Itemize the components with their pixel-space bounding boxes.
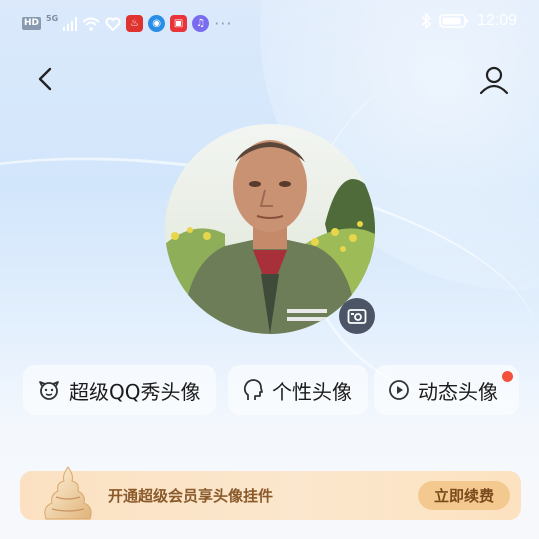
qq-show-icon [39,381,59,400]
personal-avatar-button[interactable]: 个性头像 [228,365,368,415]
browser-notification-icon: ◉ [148,15,166,32]
avatar-settings-screen: HD 5G ♨ ◉ ▣ ♫ ··· 12:09 超级QQ秀头像 个性头像 动态头… [0,0,539,539]
wifi-icon [82,17,100,31]
vip-banner-text: 开通超级会员享头像挂件 [108,487,274,505]
play-circle-icon [389,380,409,400]
super-qq-show-avatar-label: 超级QQ秀头像 [69,379,201,404]
hd-badge: HD [22,17,42,30]
chevron-left-icon [38,67,52,91]
network-type-label: 5G [46,14,59,23]
personal-avatar-icon [243,379,263,400]
personal-avatar-label: 个性头像 [272,379,352,404]
notification-dot [502,371,513,382]
message-notification-icon: ▣ [170,15,188,32]
renew-now-button[interactable]: 立即续费 [418,481,510,510]
status-bar-right: 12:09 [421,12,517,30]
bluetooth-icon [421,13,431,29]
back-button[interactable] [30,62,64,96]
status-bar: HD 5G ♨ ◉ ▣ ♫ ··· 12:09 [0,0,539,44]
signal-icon [63,16,78,31]
change-avatar-button[interactable] [339,298,375,334]
more-notifications-icon: ··· [214,14,233,33]
dynamic-avatar-button[interactable]: 动态头像 [374,365,519,415]
user-icon [479,66,509,95]
clock-time: 12:09 [476,12,517,29]
super-qq-show-avatar-button[interactable]: 超级QQ秀头像 [23,365,216,415]
vip-banner[interactable]: 开通超级会员享头像挂件 立即续费 [20,466,521,520]
dynamic-avatar-label: 动态头像 [418,379,498,404]
battery-icon [439,14,468,28]
avatar-options: 超级QQ秀头像 个性头像 动态头像 [23,365,519,415]
camera-icon [347,309,367,324]
music-notification-icon: ♫ [192,15,210,32]
pendant-decoration-icon [44,466,92,520]
app-notification-icon: ♨ [126,15,144,32]
heart-link-icon [105,16,121,31]
profile-button[interactable] [476,62,512,98]
status-bar-left: HD 5G ♨ ◉ ▣ ♫ ··· [22,14,232,33]
